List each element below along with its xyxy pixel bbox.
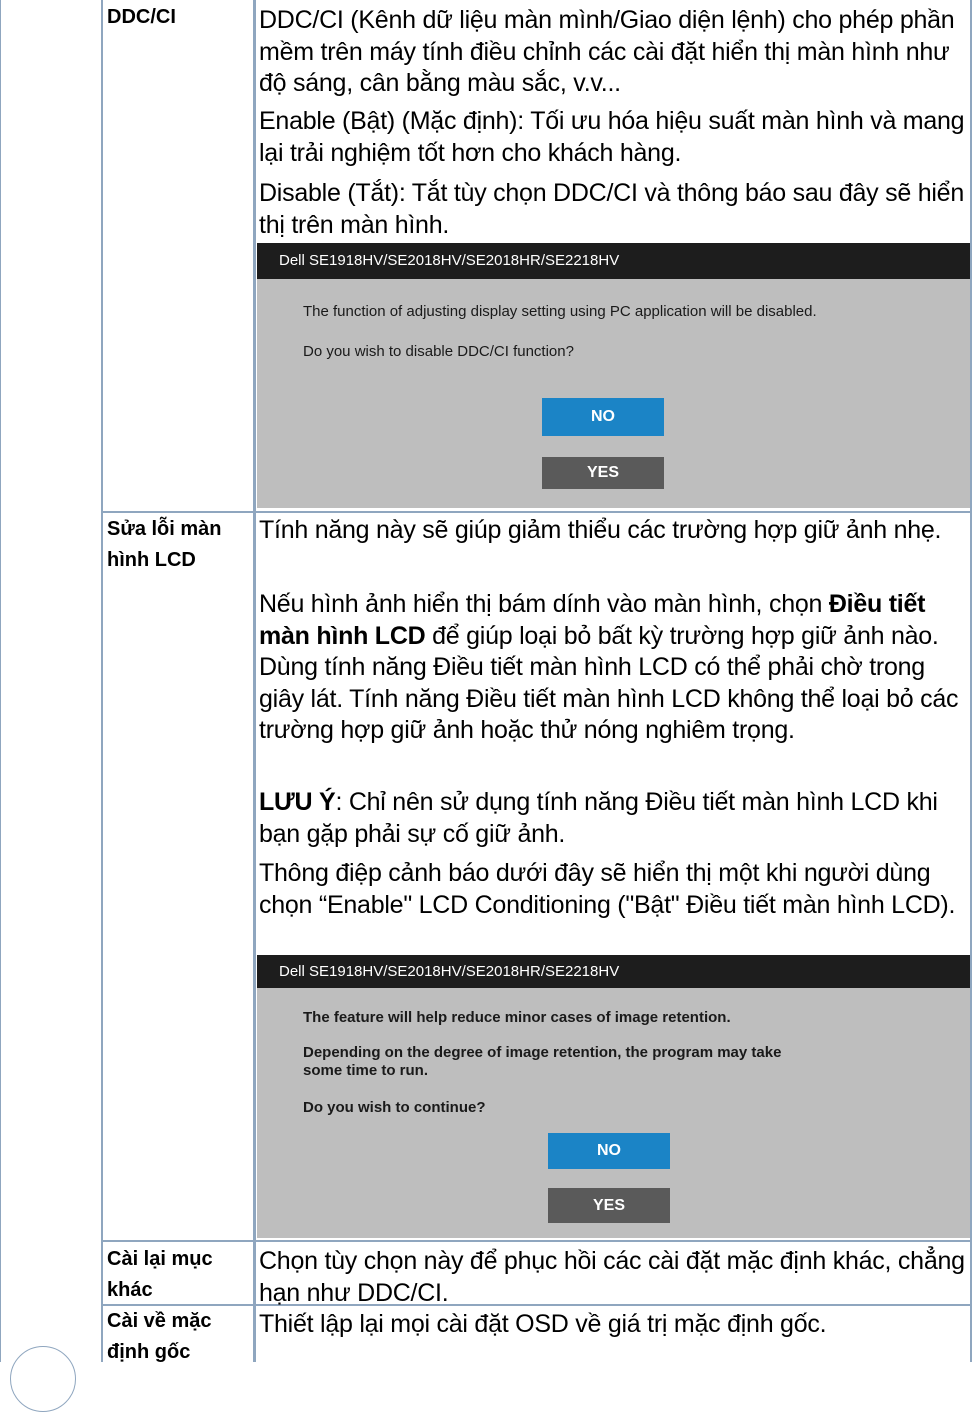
- column-divider-left: [101, 0, 103, 1362]
- note-text: : Chỉ nên sử dụng tính năng Điều tiết mà…: [259, 788, 938, 848]
- row-label-ddc-ci: DDC/CI: [107, 6, 176, 28]
- ddc-ci-enable-text: Enable (Bật) (Mặc định): Tối ưu hóa hiệu…: [259, 107, 965, 167]
- no-button[interactable]: NO: [542, 398, 664, 436]
- ddc-ci-dialog: Dell SE1918HV/SE2018HV/SE2018HR/SE2218HV…: [257, 243, 970, 508]
- dialog-message: The feature will help reduce minor cases…: [303, 1009, 731, 1026]
- row-label-other-reset: Cài lại mục khác: [107, 1248, 213, 1301]
- dialog-question: Do you wish to continue?: [303, 1099, 486, 1116]
- dialog-title: Dell SE1918HV/SE2018HV/SE2018HR/SE2218HV: [279, 963, 620, 980]
- yes-button[interactable]: YES: [548, 1188, 670, 1223]
- row-divider: [101, 511, 972, 513]
- lcd-instructions: Nếu hình ảnh hiển thị bám dính vào màn h…: [259, 589, 971, 747]
- dialog-message: The function of adjusting display settin…: [303, 303, 817, 320]
- lcd-dialog: Dell SE1918HV/SE2018HV/SE2018HR/SE2218HV…: [257, 955, 970, 1238]
- lcd-intro-text: Tính năng này sẽ giúp giảm thiểu các trư…: [259, 516, 942, 544]
- dialog-title-bar: Dell SE1918HV/SE2018HV/SE2018HR/SE2218HV: [257, 955, 970, 988]
- no-button[interactable]: NO: [548, 1133, 670, 1169]
- dialog-title: Dell SE1918HV/SE2018HV/SE2018HR/SE2218HV: [279, 252, 620, 269]
- row-divider: [101, 1240, 972, 1242]
- ddc-ci-description: DDC/CI (Kênh dữ liệu màn mình/Giao diện …: [259, 6, 955, 97]
- column-divider-middle: [253, 0, 256, 1362]
- ddc-ci-disable-text: Disable (Tắt): Tắt tùy chọn DDC/CI và th…: [259, 179, 964, 239]
- lcd-instructions-part1: Nếu hình ảnh hiển thị bám dính vào màn h…: [259, 590, 829, 618]
- yes-button[interactable]: YES: [542, 457, 664, 489]
- dialog-title-bar: Dell SE1918HV/SE2018HV/SE2018HR/SE2218HV: [257, 243, 970, 279]
- outer-border-left: [0, 0, 1, 1362]
- factory-reset-description: Thiết lập lại mọi cài đặt OSD về giá trị…: [259, 1310, 827, 1338]
- dialog-detail-line2: some time to run.: [303, 1062, 429, 1079]
- dialog-detail-line1: Depending on the degree of image retenti…: [303, 1044, 782, 1061]
- note-label: LƯU Ý: [259, 788, 336, 816]
- row-label-factory-reset: Cài về mặc định gốc: [107, 1310, 212, 1363]
- other-reset-description: Chọn tùy chọn này để phục hồi các cài đặ…: [259, 1247, 965, 1307]
- page-number-circle: [10, 1346, 76, 1412]
- lcd-note: LƯU Ý: Chỉ nên sử dụng tính năng Điều ti…: [259, 787, 971, 850]
- lcd-warning-intro: Thông điệp cảnh báo dưới đây sẽ hiển thị…: [259, 859, 956, 919]
- dialog-question: Do you wish to disable DDC/CI function?: [303, 343, 574, 360]
- row-label-lcd-conditioning: Sửa lỗi màn hình LCD: [107, 518, 222, 571]
